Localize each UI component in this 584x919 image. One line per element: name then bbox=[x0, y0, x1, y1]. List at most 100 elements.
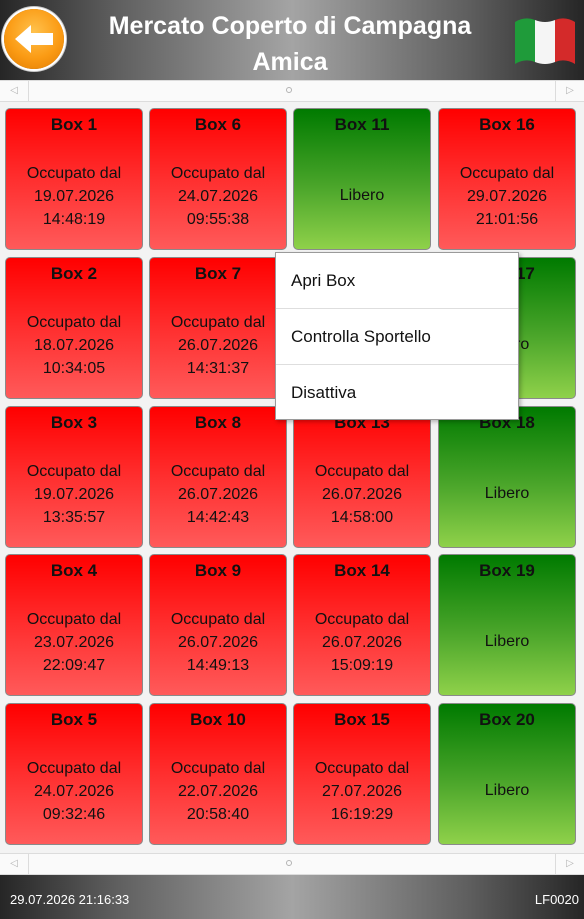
box-label: Box 16 bbox=[479, 115, 535, 134]
box-status-time: 14:42:43 bbox=[186, 509, 250, 526]
box-label: Box 8 bbox=[194, 413, 242, 432]
box-label: Box 11 bbox=[334, 115, 390, 134]
box-tile[interactable]: Box 10 Occupato dal 22.07.2026 20:58:40 bbox=[149, 703, 287, 845]
triangle-left-icon[interactable]: ◁ bbox=[0, 81, 29, 101]
header-bar: Mercato Coperto di Campagna Amica bbox=[0, 0, 584, 80]
box-status: Occupato dal 26.07.2026 15:09:19 bbox=[294, 608, 430, 677]
box-tile[interactable]: Box 11 Libero bbox=[293, 108, 431, 250]
box-status-time: 15:09:19 bbox=[330, 657, 394, 674]
box-status-status: Libero bbox=[484, 782, 530, 799]
box-label: Box 6 bbox=[194, 115, 242, 134]
italy-flag-icon[interactable] bbox=[513, 12, 577, 66]
box-tile[interactable]: Box 18 Libero bbox=[438, 406, 576, 548]
box-tile[interactable]: Box 16 Occupato dal 29.07.2026 21:01:56 bbox=[438, 108, 576, 250]
box-label: Box 2 bbox=[50, 264, 98, 283]
box-status: Occupato dal 27.07.2026 16:19:29 bbox=[294, 757, 430, 826]
box-status: Libero bbox=[439, 482, 575, 505]
box-label: Box 4 bbox=[50, 561, 98, 580]
box-status-date: 18.07.2026 bbox=[33, 337, 115, 354]
box-status-status: Occupato dal bbox=[170, 165, 266, 182]
box-status-status: Libero bbox=[484, 633, 530, 650]
box-status: Occupato dal 26.07.2026 14:49:13 bbox=[150, 608, 286, 677]
box-status: Libero bbox=[439, 779, 575, 802]
box-status: Occupato dal 24.07.2026 09:55:38 bbox=[150, 162, 286, 231]
box-label: Box 19 bbox=[479, 561, 535, 580]
box-status-date: 22.07.2026 bbox=[177, 783, 259, 800]
box-tile[interactable]: Box 8 Occupato dal 26.07.2026 14:42:43 bbox=[149, 406, 287, 548]
box-status-date: 26.07.2026 bbox=[321, 634, 403, 651]
box-label: Box 3 bbox=[50, 413, 98, 432]
context-menu: Apri Box Controlla Sportello Disattiva bbox=[275, 252, 519, 420]
scrollbar-thumb[interactable] bbox=[286, 860, 292, 866]
box-tile[interactable]: Box 7 Occupato dal 26.07.2026 14:31:37 bbox=[149, 257, 287, 399]
box-tile[interactable]: Box 1 Occupato dal 19.07.2026 14:48:19 bbox=[5, 108, 143, 250]
box-status-time: 09:55:38 bbox=[186, 211, 250, 228]
box-status: Occupato dal 19.07.2026 14:48:19 bbox=[6, 162, 142, 231]
back-button[interactable] bbox=[4, 9, 64, 69]
footer-code: LF0020 bbox=[534, 892, 579, 907]
box-status-time: 22:09:47 bbox=[42, 657, 106, 674]
box-status-status: Occupato dal bbox=[26, 611, 122, 628]
box-status-time: 13:35:57 bbox=[42, 509, 106, 526]
horizontal-scrollbar-top[interactable]: ◁ ▷ bbox=[0, 80, 584, 102]
box-status-time: 10:34:05 bbox=[42, 360, 106, 377]
box-status-status: Occupato dal bbox=[459, 165, 555, 182]
box-status-status: Libero bbox=[339, 187, 385, 204]
box-status: Occupato dal 29.07.2026 21:01:56 bbox=[439, 162, 575, 231]
box-status-status: Occupato dal bbox=[26, 165, 122, 182]
box-tile[interactable]: Box 15 Occupato dal 27.07.2026 16:19:29 bbox=[293, 703, 431, 845]
box-label: Box 9 bbox=[194, 561, 242, 580]
box-status-date: 23.07.2026 bbox=[33, 634, 115, 651]
box-tile[interactable]: Box 6 Occupato dal 24.07.2026 09:55:38 bbox=[149, 108, 287, 250]
menu-item-disattiva[interactable]: Disattiva bbox=[276, 365, 518, 420]
box-status-status: Occupato dal bbox=[26, 463, 122, 480]
box-label: Box 5 bbox=[50, 710, 98, 729]
triangle-right-icon[interactable]: ▷ bbox=[555, 81, 584, 101]
box-tile[interactable]: Box 9 Occupato dal 26.07.2026 14:49:13 bbox=[149, 554, 287, 696]
horizontal-scrollbar-bottom[interactable]: ◁ ▷ bbox=[0, 853, 584, 875]
box-label: Box 10 bbox=[190, 710, 246, 729]
box-tile[interactable]: Box 19 Libero bbox=[438, 554, 576, 696]
box-tile[interactable]: Box 4 Occupato dal 23.07.2026 22:09:47 bbox=[5, 554, 143, 696]
triangle-left-icon[interactable]: ◁ bbox=[0, 854, 29, 874]
box-status: Occupato dal 22.07.2026 20:58:40 bbox=[150, 757, 286, 826]
box-status: Occupato dal 18.07.2026 10:34:05 bbox=[6, 311, 142, 380]
box-status-date: 24.07.2026 bbox=[177, 188, 259, 205]
box-status-status: Occupato dal bbox=[314, 760, 410, 777]
box-tile[interactable]: Box 2 Occupato dal 18.07.2026 10:34:05 bbox=[5, 257, 143, 399]
box-status-date: 27.07.2026 bbox=[321, 783, 403, 800]
triangle-right-icon[interactable]: ▷ bbox=[555, 854, 584, 874]
box-tile[interactable]: Box 3 Occupato dal 19.07.2026 13:35:57 bbox=[5, 406, 143, 548]
box-status-status: Occupato dal bbox=[170, 760, 266, 777]
footer-timestamp: 29.07.2026 21:16:33 bbox=[10, 892, 130, 907]
box-status-date: 26.07.2026 bbox=[177, 337, 259, 354]
box-status-date: 29.07.2026 bbox=[466, 188, 548, 205]
box-status-status: Occupato dal bbox=[170, 611, 266, 628]
box-label: Box 15 bbox=[334, 710, 390, 729]
box-tile[interactable]: Box 20 Libero bbox=[438, 703, 576, 845]
box-status-time: 14:48:19 bbox=[42, 211, 106, 228]
box-status-time: 09:32:46 bbox=[42, 806, 106, 823]
box-status: Occupato dal 24.07.2026 09:32:46 bbox=[6, 757, 142, 826]
box-label: Box 14 bbox=[334, 561, 390, 580]
box-status-status: Occupato dal bbox=[314, 611, 410, 628]
box-label: Box 20 bbox=[479, 710, 535, 729]
box-tile[interactable]: Box 14 Occupato dal 26.07.2026 15:09:19 bbox=[293, 554, 431, 696]
box-status-time: 14:49:13 bbox=[186, 657, 250, 674]
box-status-time: 16:19:29 bbox=[330, 806, 394, 823]
arrow-left-icon bbox=[15, 25, 53, 53]
box-status-date: 26.07.2026 bbox=[177, 486, 259, 503]
title-line-1: Mercato Coperto di Campagna bbox=[108, 12, 472, 40]
box-status-time: 14:58:00 bbox=[330, 509, 394, 526]
box-status-status: Occupato dal bbox=[314, 463, 410, 480]
box-status-time: 14:31:37 bbox=[186, 360, 250, 377]
box-label: Box 7 bbox=[194, 264, 242, 283]
box-tile[interactable]: Box 13 Occupato dal 26.07.2026 14:58:00 bbox=[293, 406, 431, 548]
menu-item-controlla-sportello[interactable]: Controlla Sportello bbox=[276, 309, 518, 365]
scrollbar-thumb[interactable] bbox=[286, 87, 292, 93]
page-title: Mercato Coperto di Campagna Amica bbox=[70, 8, 510, 80]
box-tile[interactable]: Box 5 Occupato dal 24.07.2026 09:32:46 bbox=[5, 703, 143, 845]
box-status-status: Occupato dal bbox=[26, 314, 122, 331]
menu-item-apri-box[interactable]: Apri Box bbox=[276, 253, 518, 309]
box-status-time: 21:01:56 bbox=[475, 211, 539, 228]
